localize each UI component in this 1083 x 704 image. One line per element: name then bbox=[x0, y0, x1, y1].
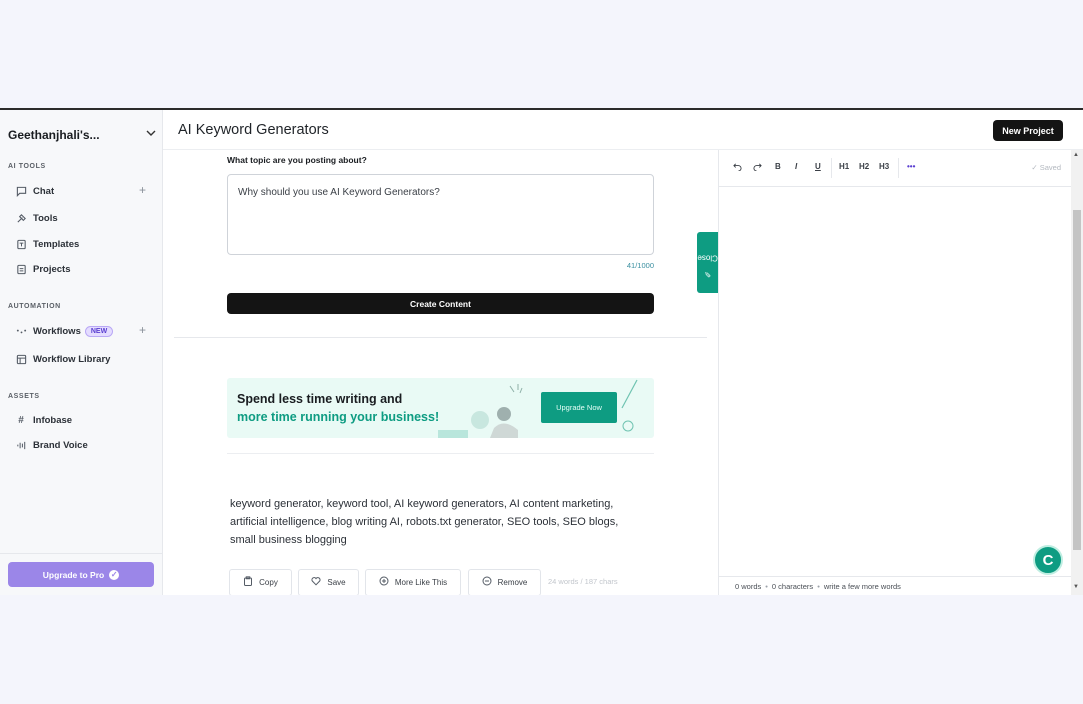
character-count: 0 characters bbox=[771, 582, 814, 591]
sidebar-item-label: Chat bbox=[33, 185, 55, 197]
add-workflow-icon[interactable]: + bbox=[139, 323, 146, 337]
upgrade-label: Upgrade to Pro bbox=[42, 569, 105, 580]
remove-button[interactable]: Remove bbox=[468, 569, 541, 595]
more-options-icon[interactable]: ••• bbox=[907, 162, 915, 171]
workspace-switcher[interactable]: Geethanjhali's... bbox=[8, 128, 158, 146]
sidebar-item-projects[interactable]: Projects bbox=[15, 261, 150, 277]
editor-scrollbar[interactable]: ▲ ▼ bbox=[1071, 150, 1083, 595]
header: AI Keyword Generators New Project bbox=[163, 110, 1083, 150]
sidebar-item-chat[interactable]: Chat + bbox=[15, 183, 150, 199]
page-title: AI Keyword Generators bbox=[178, 122, 329, 138]
scroll-down-arrow-icon[interactable]: ▼ bbox=[1073, 584, 1079, 590]
close-tab-label: Close bbox=[697, 253, 718, 263]
new-project-button[interactable]: New Project bbox=[993, 120, 1063, 141]
generated-keywords-text: keyword generator, keyword tool, AI keyw… bbox=[230, 498, 619, 546]
sidebar-footer: Upgrade to Pro ✓ bbox=[0, 553, 162, 595]
sidebar-item-label: Brand Voice bbox=[33, 439, 88, 451]
save-button[interactable]: Save bbox=[298, 569, 359, 595]
editor-toolbar: B I U H1 H2 H3 ••• ✓ Saved bbox=[719, 150, 1071, 187]
banner-line-2: more time running your business! bbox=[237, 410, 440, 424]
heading-1-button[interactable]: H1 bbox=[839, 162, 849, 171]
sidebar-item-label: Templates bbox=[33, 238, 80, 250]
library-icon bbox=[15, 353, 27, 365]
section-heading-assets: ASSETS bbox=[8, 393, 40, 400]
close-panel-tab[interactable]: ✎ Close bbox=[697, 232, 718, 293]
sidebar-item-label: Workflows bbox=[33, 325, 81, 337]
app-window: Geethanjhali's... AI TOOLS Chat + Tools … bbox=[0, 108, 1083, 595]
chat-assistant-button[interactable]: C bbox=[1033, 545, 1063, 575]
heart-icon bbox=[311, 576, 321, 589]
upgrade-to-pro-button[interactable]: Upgrade to Pro ✓ bbox=[8, 562, 154, 587]
check-badge-icon: ✓ bbox=[109, 569, 120, 580]
character-counter: 41/1000 bbox=[626, 261, 654, 270]
editor-status-bar: 0 words • 0 characters • write a few more wo… bbox=[719, 576, 1071, 595]
chat-icon bbox=[15, 185, 27, 197]
templates-icon bbox=[15, 238, 27, 250]
saved-status: ✓ Saved bbox=[1031, 163, 1061, 172]
heading-2-button[interactable]: H2 bbox=[859, 162, 869, 171]
hash-icon: # bbox=[18, 414, 24, 426]
divider bbox=[174, 337, 707, 338]
word-count-meta: 24 words / 187 chars bbox=[548, 577, 618, 586]
sidebar-item-label: Tools bbox=[33, 212, 58, 224]
sidebar-item-label: Projects bbox=[33, 263, 71, 275]
voice-icon bbox=[15, 439, 27, 451]
save-label: Save bbox=[327, 578, 346, 587]
upgrade-now-button[interactable]: Upgrade Now bbox=[541, 392, 617, 423]
plus-circle-icon bbox=[379, 576, 389, 589]
sidebar-item-label: Infobase bbox=[33, 414, 73, 426]
clipboard-icon bbox=[243, 576, 253, 589]
scroll-up-arrow-icon[interactable]: ▲ bbox=[1073, 152, 1079, 158]
section-heading-automation: AUTOMATION bbox=[8, 303, 61, 310]
minus-circle-icon bbox=[482, 576, 492, 589]
sidebar-item-templates[interactable]: Templates bbox=[15, 236, 150, 252]
projects-icon bbox=[15, 263, 27, 275]
copy-label: Copy bbox=[259, 578, 278, 587]
word-count: 0 words bbox=[735, 582, 762, 591]
sidebar-item-brand-voice[interactable]: Brand Voice bbox=[15, 437, 150, 453]
topic-input[interactable]: Why should you use AI Keyword Generators… bbox=[227, 174, 654, 255]
writing-hint: write a few more words bbox=[823, 582, 901, 591]
copy-button[interactable]: Copy bbox=[229, 569, 292, 595]
sidebar: Geethanjhali's... AI TOOLS Chat + Tools … bbox=[0, 110, 163, 595]
workspace-name: Geethanjhali's... bbox=[8, 128, 100, 142]
section-heading-ai-tools: AI TOOLS bbox=[8, 163, 46, 170]
sidebar-item-label: Workflow Library bbox=[33, 353, 111, 365]
sidebar-item-workflow-library[interactable]: Workflow Library bbox=[15, 351, 150, 367]
editor-panel: B I U H1 H2 H3 ••• ✓ Saved 0 words • 0 cha… bbox=[718, 150, 1083, 595]
add-chat-icon[interactable]: + bbox=[139, 183, 146, 197]
scrollbar-thumb[interactable] bbox=[1073, 210, 1081, 550]
more-like-this-button[interactable]: More Like This bbox=[365, 569, 461, 595]
undo-icon[interactable] bbox=[733, 162, 742, 173]
new-badge: NEW bbox=[84, 325, 114, 337]
banner-line-1: Spend less time writing and bbox=[237, 392, 403, 406]
underline-button[interactable]: U bbox=[815, 162, 821, 171]
toolbar-separator bbox=[831, 158, 832, 178]
pencil-icon: ✎ bbox=[704, 269, 711, 279]
italic-button[interactable]: I bbox=[795, 162, 797, 171]
remove-label: Remove bbox=[497, 578, 528, 587]
toolbar-separator bbox=[898, 158, 899, 178]
chevron-down-icon bbox=[146, 128, 156, 141]
bold-button[interactable]: B bbox=[775, 162, 781, 171]
sidebar-item-infobase[interactable]: # Infobase bbox=[15, 412, 150, 428]
divider bbox=[227, 453, 654, 454]
more-label: More Like This bbox=[394, 578, 448, 587]
topic-question-label: What topic are you posting about? bbox=[227, 155, 367, 165]
heading-3-button[interactable]: H3 bbox=[879, 162, 889, 171]
workflows-icon bbox=[15, 325, 27, 337]
tools-icon bbox=[15, 212, 27, 224]
sidebar-item-tools[interactable]: Tools bbox=[15, 210, 150, 226]
main-content: What topic are you posting about? Why sh… bbox=[163, 150, 718, 595]
sidebar-item-workflows[interactable]: Workflows NEW + bbox=[15, 323, 150, 339]
redo-icon[interactable] bbox=[753, 162, 762, 173]
upgrade-banner: Spend less time writing and more time ru… bbox=[227, 378, 654, 438]
create-content-button[interactable]: Create Content bbox=[227, 293, 654, 314]
